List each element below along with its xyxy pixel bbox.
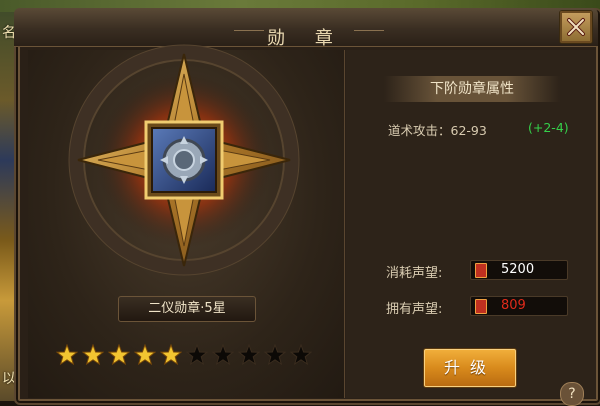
star-filled-icon bbox=[56, 344, 78, 366]
help-button[interactable]: ? bbox=[560, 382, 584, 406]
title-ornament bbox=[234, 30, 264, 31]
star-empty-icon bbox=[186, 344, 208, 366]
medal-emblem bbox=[64, 40, 304, 280]
star-empty-icon bbox=[290, 344, 312, 366]
next-tier-attributes-header: 下阶勋章属性 bbox=[384, 76, 560, 102]
star-empty-icon bbox=[212, 344, 234, 366]
star-filled-icon bbox=[82, 344, 104, 366]
star-empty-icon bbox=[264, 344, 286, 366]
reputation-token-icon bbox=[475, 263, 487, 278]
cost-reputation-label: 消耗声望: bbox=[386, 266, 443, 281]
attribute-bonus: (+2-4) bbox=[528, 120, 569, 135]
star-filled-icon bbox=[134, 344, 156, 366]
owned-reputation-value: 809 bbox=[501, 298, 526, 313]
cost-reputation-value: 5200 bbox=[501, 262, 535, 277]
owned-reputation-field: 809 bbox=[470, 296, 568, 316]
cost-reputation-field: 5200 bbox=[470, 260, 568, 280]
star-filled-icon bbox=[108, 344, 130, 366]
star-filled-icon bbox=[160, 344, 182, 366]
medal-star-rating bbox=[56, 344, 312, 366]
star-empty-icon bbox=[238, 344, 260, 366]
close-icon bbox=[567, 18, 585, 36]
reputation-token-icon bbox=[475, 299, 487, 314]
owned-reputation-label: 拥有声望: bbox=[386, 302, 443, 317]
attribute-line: 道术攻击：62-93 bbox=[388, 123, 487, 138]
close-button[interactable] bbox=[559, 10, 593, 44]
medal-name-label: 二仪勋章·5星 bbox=[118, 296, 256, 322]
title-ornament bbox=[354, 30, 384, 31]
upgrade-button[interactable]: 升级 bbox=[423, 348, 517, 388]
attributes-panel bbox=[346, 50, 596, 398]
